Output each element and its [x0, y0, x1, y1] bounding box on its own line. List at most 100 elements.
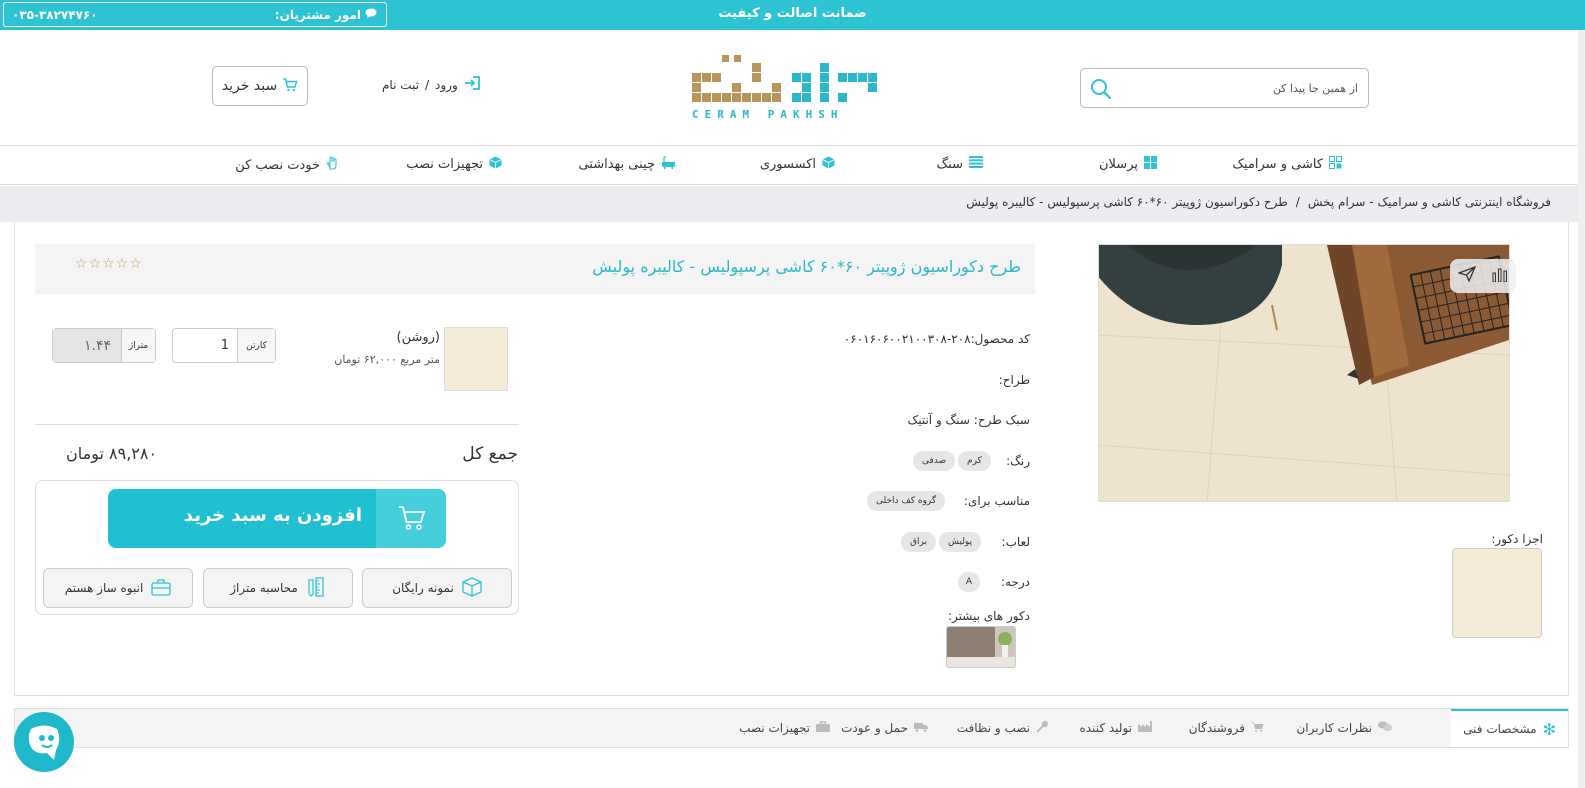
breadcrumb-current: طرح دکوراسیون ژوپیتر ۶۰*۶۰ کاشی پرسپولیس…	[966, 195, 1288, 209]
area-calculator-button[interactable]: محاسبه متراژ	[203, 568, 353, 608]
nav-item-porcelain[interactable]: پرسلان	[1099, 156, 1157, 173]
carton-quantity[interactable]: کارتن 1	[172, 328, 276, 363]
spec-style-label: سبک طرح:	[973, 413, 1030, 427]
glaze-pill[interactable]: براق	[901, 532, 936, 552]
product-title: طرح دکوراسیون ژوپیتر ۶۰*۶۰ کاشی پرسپولیس…	[592, 257, 1021, 276]
image-actions	[1450, 259, 1516, 293]
share-icon[interactable]	[1456, 265, 1477, 286]
grade-pill[interactable]: A	[958, 572, 980, 592]
cart-label: سبد خرید	[221, 78, 278, 94]
wholesale-button[interactable]: انبوه ساز هستم	[43, 568, 193, 608]
carton-quantity-input[interactable]: 1	[173, 329, 237, 362]
briefcase-icon	[151, 578, 171, 599]
scrollbar[interactable]	[1578, 30, 1585, 788]
total-value: ۸۹,۲۸۰ تومان	[66, 444, 158, 463]
spec-code-value: ۲۰۸-۰۶۰۱۶۰۶۰۰۲۱۰۰۳۰۸	[843, 332, 971, 346]
toolbox-icon	[816, 721, 830, 735]
tab-label: تجهیزات نصب	[739, 721, 810, 735]
tab-label: حمل و عودت	[841, 721, 908, 735]
cart-icon	[282, 77, 298, 96]
total-label: جمع کل	[462, 444, 518, 464]
compare-icon[interactable]	[1492, 267, 1508, 286]
customer-support[interactable]: امور مشتریان: ۰۳۵-۳۸۲۷۴۷۶۰	[3, 2, 387, 27]
tab-install-equipment[interactable]: تجهیزات نصب	[739, 709, 830, 747]
chat-widget-button[interactable]	[14, 712, 74, 772]
tab-installation[interactable]: نصب و نظافت	[957, 709, 1048, 747]
login-link[interactable]: ورود	[435, 78, 458, 92]
truck-icon	[914, 722, 928, 735]
breadcrumb-home-link[interactable]: فروشگاه اینترنتی کاشی و سرامیک - سرام پخ…	[1308, 195, 1551, 209]
hand-icon	[326, 156, 339, 174]
spec-glaze-label: لعاب:	[1001, 535, 1030, 549]
logo[interactable]: CERAM PAKHSH	[690, 53, 890, 123]
spec-suitable-label: مناسب برای:	[963, 494, 1030, 508]
register-link[interactable]: ثبت نام	[382, 78, 419, 92]
area-calculator-label: محاسبه متراژ	[230, 581, 298, 595]
top-bar: ضمانت اصالت و کیفیت امور مشتریان: ۰۳۵-۳۸…	[0, 0, 1585, 30]
wrench-icon	[1036, 720, 1048, 736]
product-main-image[interactable]	[1098, 244, 1510, 502]
login-register[interactable]: ورود / ثبت نام	[382, 76, 480, 93]
more-decor-thumbnail[interactable]	[946, 626, 1016, 668]
breadcrumb-separator: /	[1295, 195, 1300, 209]
grid-icon	[1144, 156, 1157, 173]
cart-icon	[399, 506, 426, 530]
tab-sellers[interactable]: فروشندگان	[1189, 709, 1264, 747]
layers-icon	[969, 156, 983, 172]
factory-icon	[1138, 721, 1152, 735]
wholesale-label: انبوه ساز هستم	[64, 581, 144, 595]
spec-style-value: سنگ و آنتیک	[907, 413, 970, 427]
nav-item-stone[interactable]: سنگ	[937, 156, 983, 172]
nav-item-label: کاشی و سرامیک	[1232, 157, 1323, 172]
nav-item-label: اکسسوری	[759, 157, 816, 172]
carton-unit-label: کارتن	[237, 329, 275, 362]
nav-item-tiles[interactable]: کاشی و سرامیک	[1232, 156, 1342, 173]
suitable-pill[interactable]: گروه کف داخلی	[867, 491, 946, 511]
tab-reviews[interactable]: نظرات کاربران	[1296, 709, 1392, 747]
product-tabs: ✻ مشخصات فنی نظرات کاربران فروشندگان تول…	[14, 708, 1569, 748]
search-input[interactable]	[1128, 78, 1358, 98]
variant-thumbnail	[444, 327, 508, 391]
search-icon[interactable]	[1089, 77, 1113, 101]
decor-part-thumbnail[interactable]	[1452, 548, 1542, 638]
tab-label: نظرات کاربران	[1296, 721, 1372, 735]
ruler-icon	[306, 576, 326, 600]
nav-item-label: سنگ	[936, 156, 963, 172]
rating-stars[interactable]: ☆☆☆☆☆	[75, 256, 143, 272]
add-to-cart-icon-area	[376, 489, 446, 548]
login-icon	[464, 76, 480, 93]
header: CERAM PAKHSH ورود / ثبت نام سبد خرید	[0, 30, 1585, 146]
nav-item-accessory[interactable]: اکسسوری	[760, 156, 835, 173]
search-box[interactable]	[1080, 68, 1369, 108]
nav-item-diy[interactable]: خودت نصب کن	[235, 156, 339, 174]
glaze-pill[interactable]: پولیش	[939, 532, 982, 552]
main-nav: کاشی و سرامیک پرسلان سنگ اکسسوری چینی به…	[0, 147, 1585, 185]
spec-designer-label: طراح:	[998, 373, 1030, 387]
tab-specs[interactable]: ✻ مشخصات فنی	[1451, 709, 1568, 747]
free-sample-label: نمونه رایگان	[392, 581, 454, 595]
support-phone[interactable]: ۰۳۵-۳۸۲۷۴۷۶۰	[12, 8, 98, 22]
color-pill[interactable]: کرم	[958, 451, 991, 471]
nav-item-sanitary[interactable]: چینی بهداشتی	[578, 156, 676, 173]
tab-label: فروشندگان	[1188, 721, 1245, 735]
spec-code-label: کد محصول:	[970, 332, 1030, 346]
support-label: امور مشتریان:	[274, 7, 361, 22]
nav-item-install-equipment[interactable]: تجهیزات نصب	[406, 156, 502, 173]
spec-code: کد محصول:۲۰۸-۰۶۰۱۶۰۶۰۰۲۱۰۰۳۰۸	[844, 332, 1030, 346]
comments-icon	[1378, 721, 1392, 735]
free-sample-button[interactable]: نمونه رایگان	[362, 568, 512, 608]
tab-shipping[interactable]: حمل و عودت	[841, 709, 928, 747]
nav-item-label: خودت نصب کن	[235, 157, 320, 173]
color-pill[interactable]: صدفی	[913, 451, 956, 471]
spec-more-decor-label: دکور های بیشتر:	[947, 609, 1030, 623]
add-to-cart-button[interactable]: افزودن به سبد خرید	[108, 489, 446, 548]
tab-manufacturer[interactable]: تولید کننده	[1080, 709, 1152, 747]
snowflake-icon: ✻	[1542, 719, 1556, 739]
cart-button[interactable]: سبد خرید	[212, 66, 308, 106]
chat-bubble-icon	[28, 725, 60, 760]
breadcrumb: فروشگاه اینترنتی کاشی و سرامیک - سرام پخ…	[0, 186, 1585, 222]
area-unit-label: متراژ	[121, 329, 155, 362]
nav-item-label: چینی بهداشتی	[578, 157, 655, 172]
tab-label: مشخصات فنی	[1463, 722, 1537, 736]
login-separator: /	[424, 77, 430, 92]
